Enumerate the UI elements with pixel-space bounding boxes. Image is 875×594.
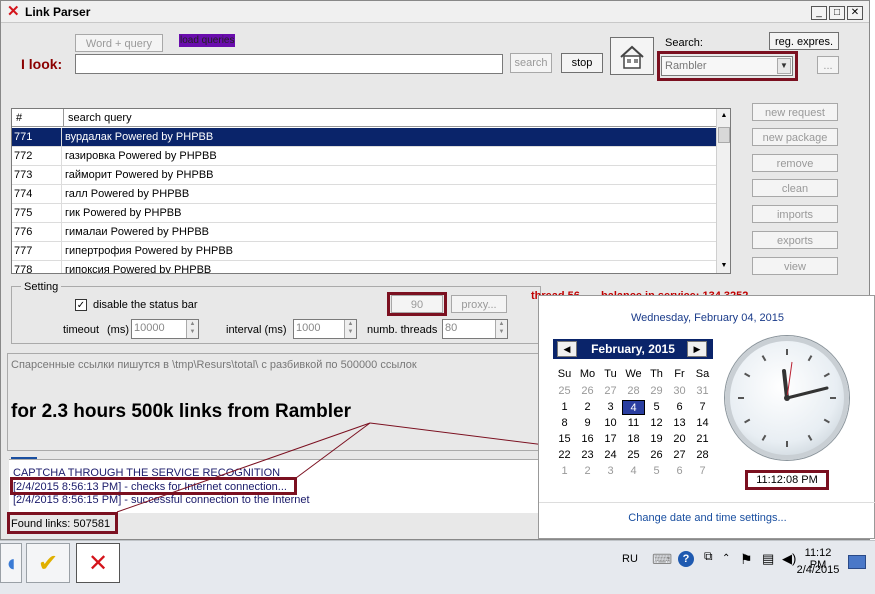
next-month-icon[interactable]: ▶ <box>687 341 707 357</box>
calendar-day[interactable]: 24 <box>599 448 622 463</box>
calendar-day[interactable]: 30 <box>668 384 691 399</box>
calendar-day[interactable]: 1 <box>553 464 576 479</box>
calendar-day[interactable]: 4 <box>622 400 645 415</box>
day-name: Fr <box>674 368 685 380</box>
calendar-day[interactable]: 16 <box>576 432 599 447</box>
network-icon[interactable]: ▤ <box>762 551 774 567</box>
change-date-time-link[interactable]: Change date and time settings... <box>539 512 875 524</box>
calendar-day[interactable]: 27 <box>599 384 622 399</box>
calendar-day[interactable]: 25 <box>553 384 576 399</box>
calendar-day[interactable]: 11 <box>622 416 645 431</box>
calendar-day[interactable]: 8 <box>553 416 576 431</box>
calendar-day[interactable]: 2 <box>576 400 599 415</box>
calendar-date-header[interactable]: Wednesday, February 04, 2015 <box>539 312 875 324</box>
calendar-day[interactable]: 15 <box>553 432 576 447</box>
calendar-day[interactable]: 2 <box>576 464 599 479</box>
calendar-day[interactable]: 3 <box>599 400 622 415</box>
day-name: Su <box>557 368 572 380</box>
calendar-divider <box>539 502 875 503</box>
show-desktop-icon[interactable] <box>848 555 866 569</box>
calendar-day[interactable]: 19 <box>645 432 668 447</box>
calendar-day[interactable]: 9 <box>576 416 599 431</box>
calendar-day[interactable]: 29 <box>645 384 668 399</box>
calendar-day[interactable]: 25 <box>622 448 645 463</box>
calendar-day[interactable]: 21 <box>691 432 714 447</box>
digital-time: 11:12:08 PM <box>745 470 829 490</box>
link-parser-taskbar-icon[interactable]: ✕ <box>76 543 120 583</box>
calendar-day[interactable]: 4 <box>622 464 645 479</box>
calendar-day[interactable]: 26 <box>576 384 599 399</box>
calendar-day[interactable]: 5 <box>645 464 668 479</box>
language-indicator[interactable]: RU <box>622 553 638 565</box>
clock-hands-icon <box>738 349 836 447</box>
volume-icon[interactable]: ◀) <box>782 551 796 567</box>
calendar-day[interactable]: 27 <box>668 448 691 463</box>
calendar-day[interactable]: 17 <box>599 432 622 447</box>
calendar-day[interactable]: 22 <box>553 448 576 463</box>
day-name: Th <box>650 368 663 380</box>
prev-month-icon[interactable]: ◀ <box>557 341 577 357</box>
flag-icon[interactable]: ⚑ <box>740 551 753 568</box>
analog-clock <box>725 336 849 460</box>
calendar-day[interactable]: 3 <box>599 464 622 479</box>
taskbar-app-icon[interactable]: ◖ <box>0 543 22 583</box>
calendar-day[interactable]: 20 <box>668 432 691 447</box>
calendar-day[interactable]: 6 <box>668 464 691 479</box>
calendar-day[interactable]: 14 <box>691 416 714 431</box>
calendar-popup: Wednesday, February 04, 2015 February, 2… <box>538 295 875 539</box>
day-name: Sa <box>695 368 710 380</box>
keyboard-icon[interactable]: ⌨ <box>652 551 672 568</box>
calendar-day[interactable]: 12 <box>645 416 668 431</box>
calendar-day[interactable]: 7 <box>691 464 714 479</box>
taskbar: ◖ ✔ ✕ RU ⌨ ? ⧉ ⌃ ⚑ ▤ ◀) 11:12 PM 2/4/201… <box>0 540 875 594</box>
calendar-day[interactable]: 13 <box>668 416 691 431</box>
calendar-day[interactable]: 28 <box>622 384 645 399</box>
day-name: Tu <box>604 368 617 380</box>
show-hidden-icon[interactable]: ⌃ <box>722 553 730 564</box>
calendar-day[interactable]: 28 <box>691 448 714 463</box>
calendar-day[interactable]: 7 <box>691 400 714 415</box>
calendar-day[interactable]: 5 <box>645 400 668 415</box>
calendar-day[interactable]: 23 <box>576 448 599 463</box>
taskbar-date[interactable]: 2/4/2015 <box>796 564 840 576</box>
calendar-day[interactable]: 18 <box>622 432 645 447</box>
help-icon[interactable]: ? <box>678 551 694 567</box>
checkmark-app-icon[interactable]: ✔ <box>26 543 70 583</box>
calendar-day[interactable]: 10 <box>599 416 622 431</box>
calendar-day[interactable]: 1 <box>553 400 576 415</box>
day-name: Mo <box>579 368 596 380</box>
calendar-day[interactable]: 31 <box>691 384 714 399</box>
day-name: We <box>625 368 642 380</box>
calendar-day[interactable]: 6 <box>668 400 691 415</box>
restore-icon[interactable]: ⧉ <box>704 549 713 564</box>
calendar-day[interactable]: 26 <box>645 448 668 463</box>
